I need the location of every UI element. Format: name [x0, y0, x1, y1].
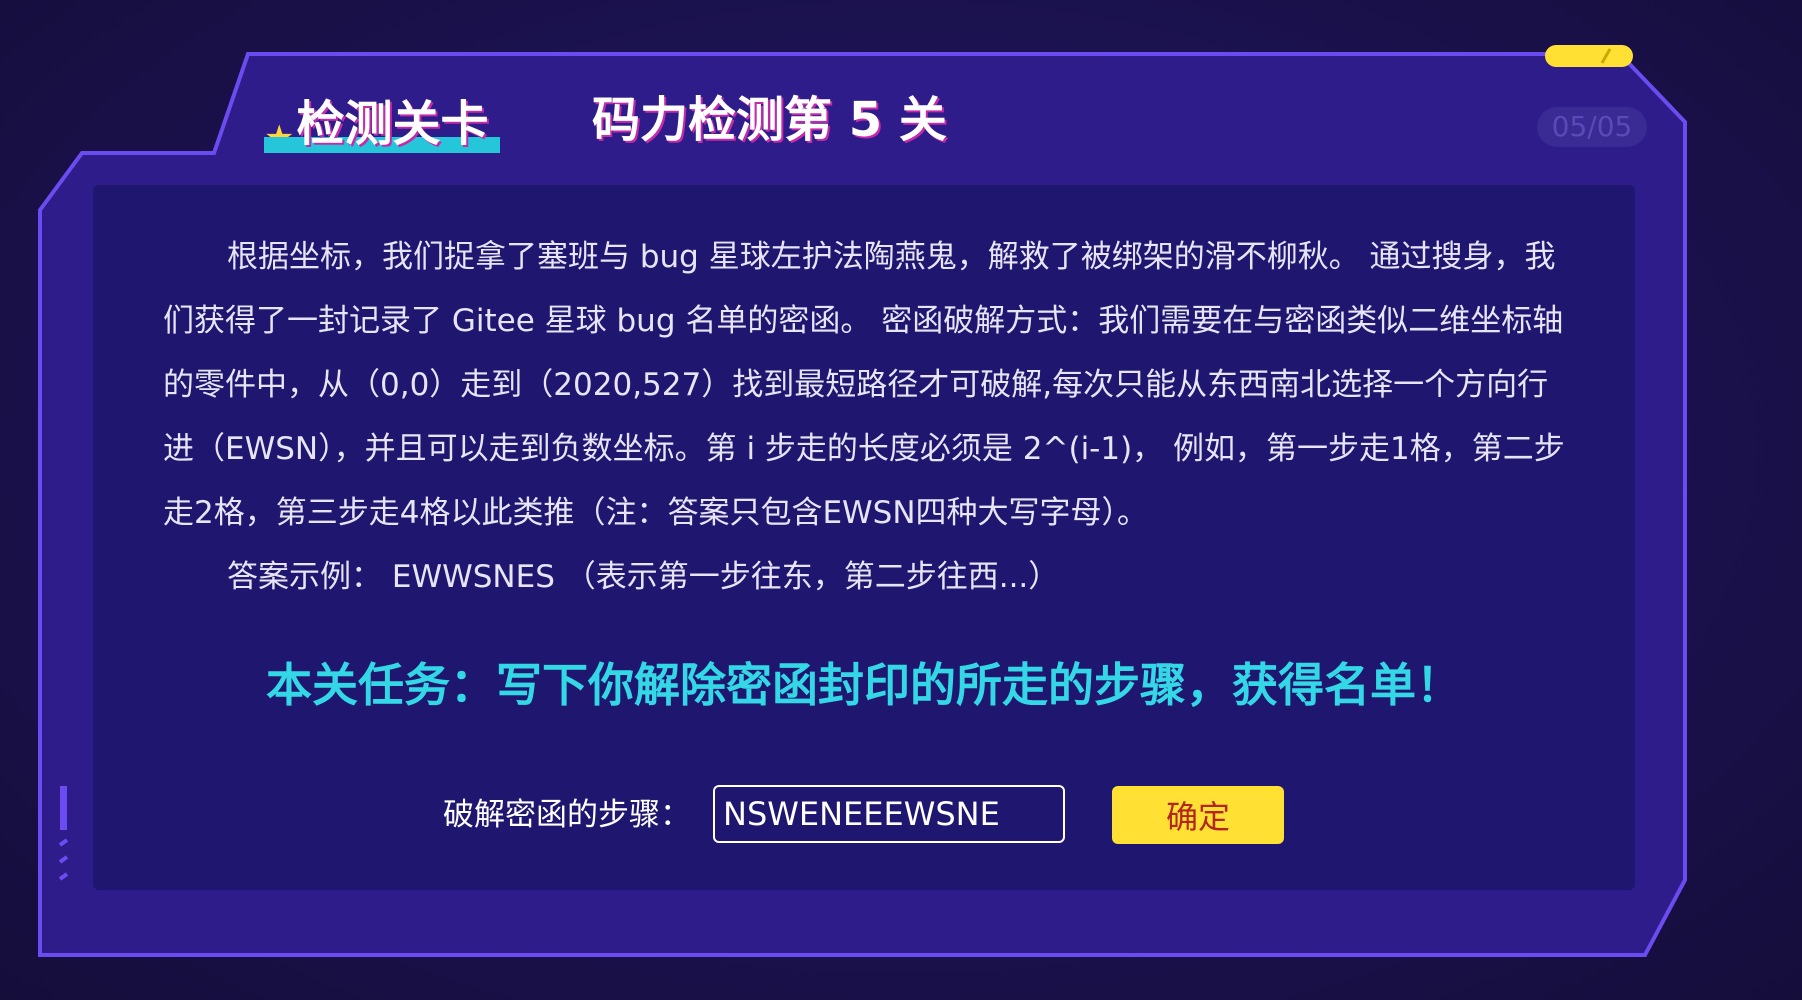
frame-yellow-tag: [1545, 45, 1633, 67]
story-paragraph-1: 根据坐标，我们捉拿了塞班与 bug 星球左护法陶燕鬼，解救了被绑架的滑不柳秋。 …: [163, 239, 1565, 531]
story-text: 根据坐标，我们捉拿了塞班与 bug 星球左护法陶燕鬼，解救了被绑架的滑不柳秋。 …: [163, 225, 1573, 609]
level-title: 码力检测第 5 关: [592, 92, 947, 148]
page-counter: 05/05: [1537, 107, 1647, 147]
tab-level-check[interactable]: ★ 检测关卡: [264, 92, 489, 158]
tab-level-check-label: 检测关卡: [296, 96, 489, 152]
answer-label: 破解密函的步骤：: [443, 797, 691, 833]
answer-row: 破解密函的步骤： 确定: [93, 785, 1635, 845]
frame-side-bar: [60, 786, 67, 830]
story-paragraph-2: 答案示例： EWWSNES （表示第一步往东，第二步往西...）: [227, 559, 1060, 595]
content-panel: 根据坐标，我们捉拿了塞班与 bug 星球左护法陶燕鬼，解救了被绑架的滑不柳秋。 …: [93, 185, 1635, 890]
answer-input[interactable]: [713, 785, 1065, 843]
mission-text: 本关任务：写下你解除密函封印的所走的步骤，获得名单！: [266, 658, 1462, 712]
level-page: ★ 检测关卡 码力检测第 5 关 05/05 根据坐标，我们捉拿了塞班与 bug…: [0, 0, 1802, 1000]
confirm-button[interactable]: 确定: [1112, 786, 1284, 844]
